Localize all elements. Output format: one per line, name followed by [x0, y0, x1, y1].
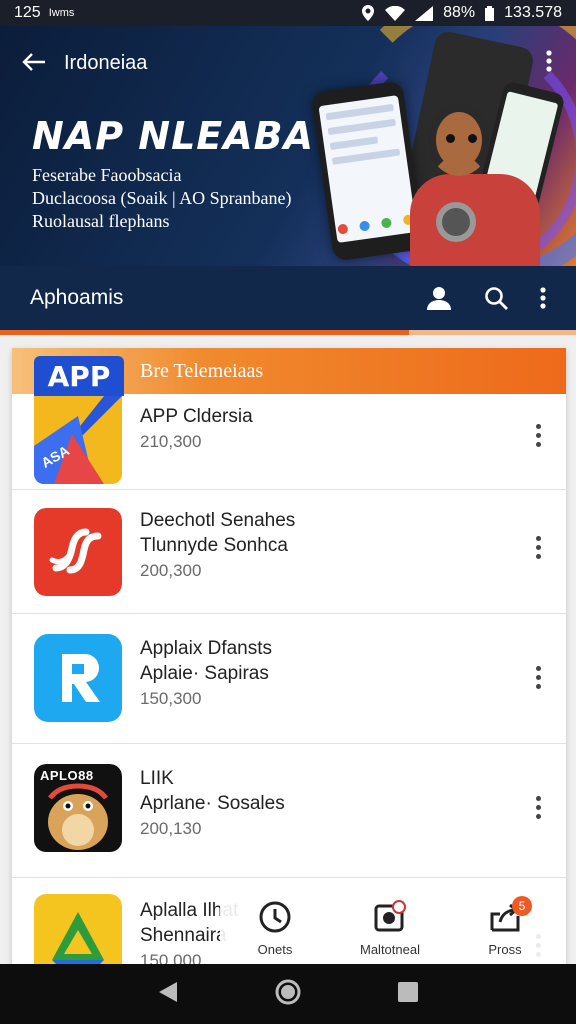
app-name: Applaix Dfansts: [140, 638, 273, 659]
battery-percent: 88%: [443, 4, 476, 21]
list-item[interactable]: ASA APP Cldersia 210,300: [12, 394, 566, 490]
hero-country: Irdoneiaa: [64, 51, 148, 74]
list-item[interactable]: Deechotl Senahes Tlunnyde Sonhca 200,300: [12, 490, 566, 614]
more-options-icon[interactable]: [530, 666, 546, 689]
app-downloads: 210,300: [140, 432, 202, 451]
clock-icon: [259, 901, 291, 933]
nav-back-icon[interactable]: [157, 980, 179, 1009]
hero-subtitle: Feserabe Faoobsacia Duclacoosa (Soaik | …: [32, 164, 292, 233]
back-arrow-icon[interactable]: [22, 50, 46, 76]
app-downloads: 150,300: [140, 689, 202, 708]
app-icon-cldersia: ASA: [34, 396, 122, 484]
screen: 125 Iwms 88% 133.578 Irdoneiaa NAP NLEAB…: [0, 0, 576, 1024]
hero-more-icon[interactable]: [546, 50, 552, 76]
nav-home-icon[interactable]: [274, 978, 302, 1011]
loading-progress-bar: [0, 330, 576, 335]
app-icon-liik: APLO88: [34, 764, 122, 852]
app-badge: APP: [34, 356, 124, 396]
hero-title: NAP NLEABA: [32, 114, 315, 158]
app-icon-deechotl: [34, 508, 122, 596]
app-downloads: 200,130: [140, 819, 202, 838]
list-item[interactable]: Applaix Dfansts Aplaie· Sapiras 150,300: [12, 614, 566, 744]
search-icon[interactable]: [484, 286, 508, 310]
app-subtitle: Aplaie· Sapiras: [140, 663, 269, 684]
app-list: Bre Telemeiaas APP ASA APP Cldersia 210,…: [12, 348, 566, 978]
hero-character: [410, 104, 540, 266]
app-bar-title: Aphoamis: [30, 286, 124, 309]
hero-subtitle-line-1: Feserabe Faoobsacia: [32, 165, 182, 185]
hero-subtitle-line-3: Ruolausal flephans: [32, 211, 170, 231]
hero-banner: Irdoneiaa NAP NLEABA Feserabe Faoobsacia…: [0, 26, 576, 266]
hero-subtitle-line-2: Duclacoosa (Soaik | AO Spranbane): [32, 188, 292, 208]
inbox-icon: [374, 900, 406, 932]
battery-icon: [485, 5, 495, 21]
app-name: Deechotl Senahes: [140, 510, 296, 531]
featured-label: Bre Telemeiaas: [140, 359, 264, 382]
notification-badge: 5: [512, 896, 532, 916]
signal-icon: [415, 5, 434, 21]
status-carrier: Iwms: [48, 7, 75, 19]
status-clock: 133.578: [504, 4, 562, 21]
app-downloads: 200,300: [140, 561, 202, 580]
app-name: LIIK: [140, 768, 174, 789]
tab-maltotneal[interactable]: Maltotneal: [335, 890, 445, 966]
list-item[interactable]: APLO88 LIIK Aprlane· Sosales 200,130: [12, 744, 566, 878]
more-options-icon[interactable]: [530, 536, 546, 559]
tab-label: Onets: [257, 942, 293, 957]
account-icon[interactable]: [426, 286, 452, 310]
app-icon-applaix: [34, 634, 122, 722]
location-icon: [362, 5, 375, 21]
status-time: 125: [14, 4, 41, 21]
nav-recents-icon[interactable]: [397, 981, 419, 1008]
app-subtitle: Tlunnyde Sonhca: [140, 535, 288, 556]
more-options-icon[interactable]: [530, 424, 546, 447]
tab-label: Maltotneal: [360, 942, 420, 957]
tab-pross[interactable]: 5 Pross: [450, 890, 560, 966]
loading-progress-fill: [0, 330, 409, 335]
bottom-tabs: Onets Maltotneal 5 Pross: [220, 890, 560, 966]
system-nav-bar: [0, 964, 576, 1024]
tab-label: Pross: [488, 942, 522, 957]
app-bar-more-icon[interactable]: [540, 287, 546, 309]
app-bar: Aphoamis: [0, 266, 576, 330]
app-subtitle: Aprlane· Sosales: [140, 793, 285, 814]
wifi-icon: [385, 5, 406, 21]
status-bar: 125 Iwms 88% 133.578: [0, 0, 576, 26]
tab-onets[interactable]: Onets: [220, 890, 330, 966]
more-options-icon[interactable]: [530, 796, 546, 819]
app-name: APP Cldersia: [140, 406, 253, 427]
app-icon-label: APLO88: [40, 768, 94, 783]
